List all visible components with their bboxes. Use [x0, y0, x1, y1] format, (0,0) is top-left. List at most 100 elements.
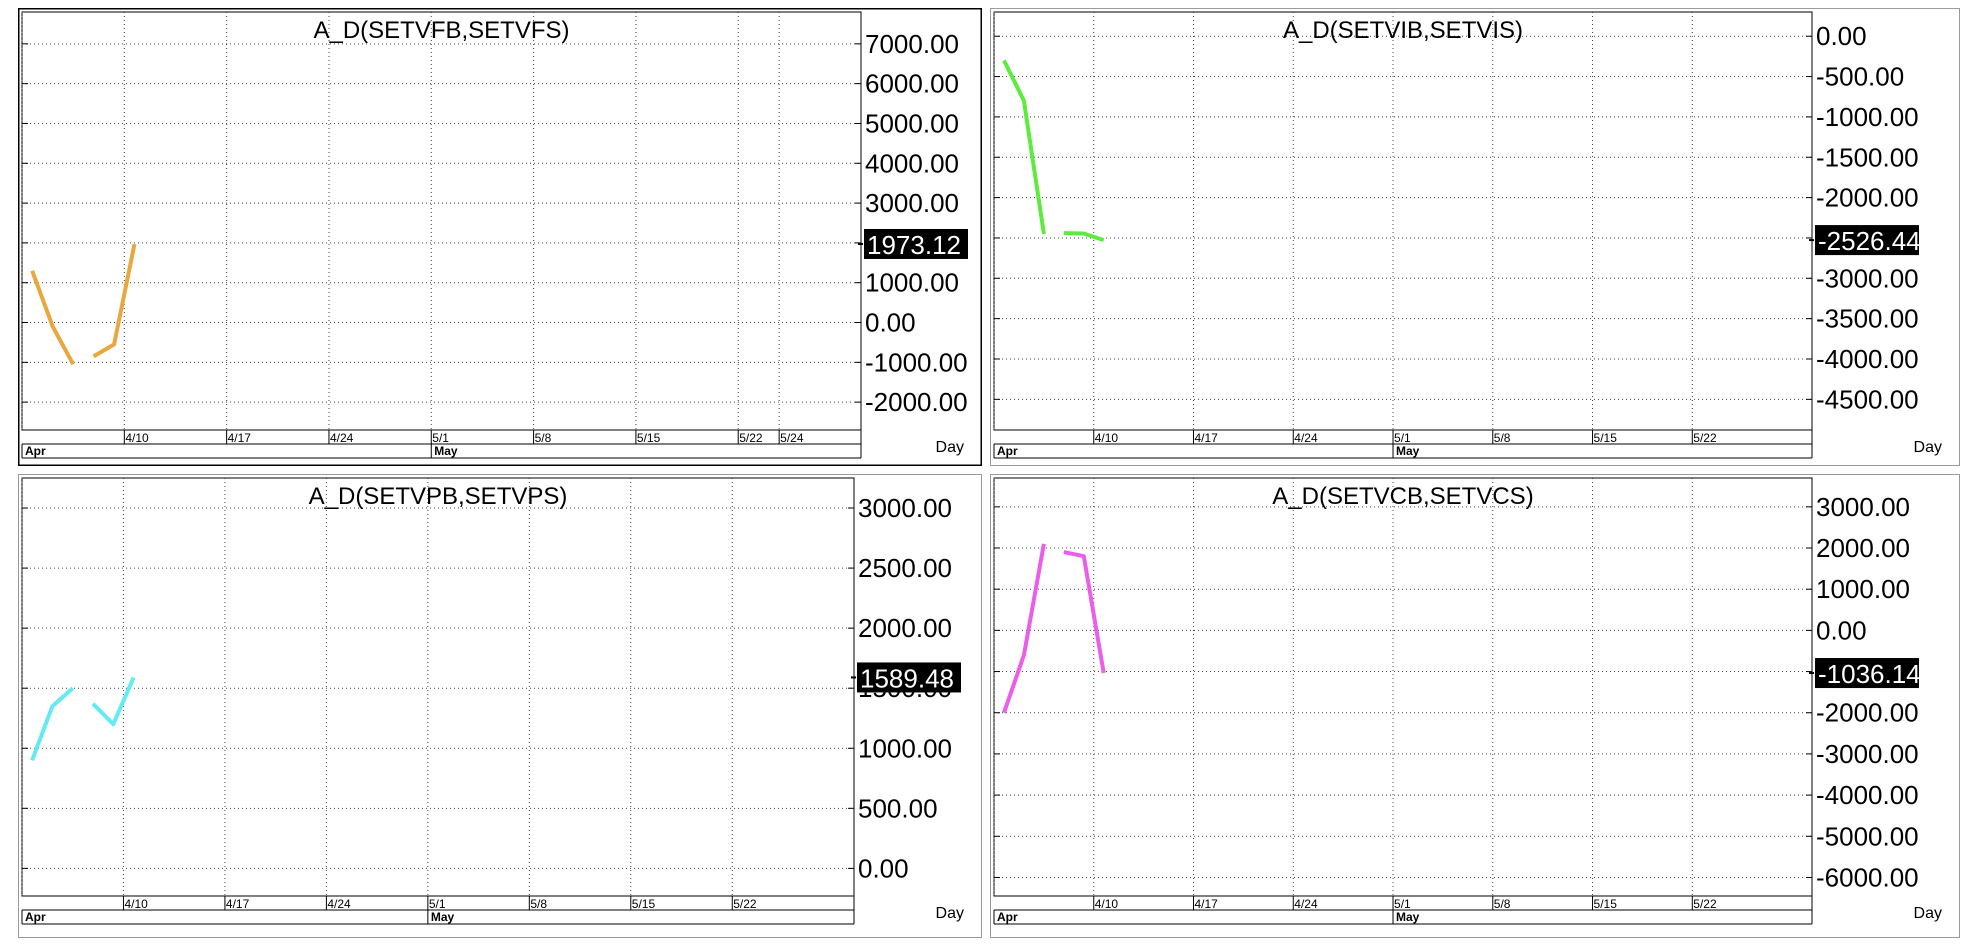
x-tick-label: 5/1 [1394, 431, 1411, 445]
y-tick-label: 6000.00 [865, 69, 959, 99]
chart-svg-setvp: 3000.002500.002000.001500.001000.00500.0… [18, 474, 982, 938]
series-line [30, 270, 75, 366]
x-tick-label: 5/15 [1594, 431, 1618, 445]
last-value-label: 1589.48 [860, 663, 954, 693]
y-tick-label: 1000.00 [858, 733, 952, 763]
chart-svg-setvc: 3000.00 2000.00 1000.00 0.00 -2000.00 -3000.0… [990, 474, 1960, 938]
x-tick-label: 5/22 [739, 431, 763, 445]
x-tick-label: 5/15 [1594, 897, 1618, 911]
month-label: May [1396, 910, 1420, 924]
month-label: Apr [997, 444, 1018, 458]
series-line [1002, 59, 1046, 235]
y-tick-label: -3000.00 [1816, 263, 1919, 293]
y-tick-label: 0.00 [1816, 21, 1867, 51]
last-value-label: -2526.44 [1818, 226, 1921, 256]
y-tick-label: -1500.00 [1816, 142, 1919, 172]
x-tick-label: 5/8 [530, 897, 547, 911]
x-tick-label: 4/10 [124, 897, 148, 911]
y-tick-label: 3000.00 [865, 188, 959, 218]
chart-svg-setvi: 0.00 -500.00 -1000.00 -1500.00 -2000.00 -3000… [990, 8, 1960, 466]
plot-area [993, 11, 1813, 431]
y-tick-label: -5000.00 [1816, 821, 1919, 851]
y-tick-label: -1000.00 [865, 347, 968, 377]
series-line [1063, 550, 1106, 674]
month-label: Apr [25, 444, 46, 458]
x-tick-label: 5/8 [1494, 897, 1511, 911]
y-tick-label: -4000.00 [1816, 344, 1919, 374]
month-label: May [431, 910, 455, 924]
x-tick-label: 5/8 [1494, 431, 1511, 445]
y-tick-label: 0.00 [858, 853, 909, 883]
chart-panel-setvp[interactable]: 3000.002500.002000.001500.001000.00500.0… [18, 474, 982, 938]
plot-area [21, 477, 855, 897]
month-label: Apr [25, 910, 46, 924]
x-tick-label: 4/24 [327, 897, 351, 911]
x-tick-label: 4/10 [125, 431, 149, 445]
y-tick-label: -2000.00 [865, 387, 968, 417]
chart-panel-setvc[interactable]: 3000.00 2000.00 1000.00 0.00 -2000.00 -3000.0… [990, 474, 1960, 938]
x-tick-label: 4/24 [330, 431, 354, 445]
x-tick-label: 5/15 [637, 431, 661, 445]
y-tick-label: 3000.00 [1816, 492, 1910, 522]
y-tick-label: 2000.00 [858, 613, 952, 643]
x-unit-label: Day [1914, 905, 1942, 922]
plot-area [21, 11, 862, 431]
last-value-label: 1973.12 [867, 230, 961, 260]
x-tick-label: 5/8 [535, 431, 552, 445]
x-tick-label: 5/22 [1693, 431, 1717, 445]
series-line [1063, 231, 1105, 242]
chart-title: A_D(SETVPB,SETVPS) [309, 483, 568, 510]
y-tick-label: 7000.00 [865, 29, 959, 59]
month-label: May [434, 444, 458, 458]
series-line [1002, 543, 1046, 714]
chart-title: A_D(SETVCB,SETVCS) [1272, 483, 1533, 510]
x-tick-label: 4/17 [228, 431, 252, 445]
month-label: Apr [997, 910, 1018, 924]
y-tick-label: -4000.00 [1816, 780, 1919, 810]
x-unit-label: Day [1914, 439, 1942, 456]
x-tick-label: 5/22 [733, 897, 757, 911]
chart-panel-setvf[interactable]: 7000.00 6000.00 5000.00 4000.00 3000.00 1000.… [18, 8, 982, 466]
x-tick-label: 4/17 [226, 897, 250, 911]
x-tick-label: 5/1 [429, 897, 446, 911]
y-tick-label: 1000.00 [1816, 574, 1910, 604]
y-tick-label: -3500.00 [1816, 304, 1919, 334]
x-tick-label: 5/22 [1693, 897, 1717, 911]
y-tick-label: 5000.00 [865, 108, 959, 138]
chart-frame [18, 8, 982, 466]
y-tick-label: 0.00 [865, 308, 916, 338]
y-tick-label: 2000.00 [1816, 533, 1910, 563]
y-tick-label: 2500.00 [858, 553, 952, 583]
chart-panel-setvi[interactable]: 0.00 -500.00 -1000.00 -1500.00 -2000.00 -3000… [990, 8, 1960, 466]
chart-svg-setvf: 7000.00 6000.00 5000.00 4000.00 3000.00 1000.… [18, 8, 982, 466]
chart-frame [990, 474, 1960, 938]
x-tick-label: 4/24 [1294, 431, 1318, 445]
y-tick-label: -1000.00 [1816, 102, 1919, 132]
x-unit-label: Day [936, 905, 964, 922]
y-tick-label: -3000.00 [1816, 739, 1919, 769]
month-label: May [1396, 444, 1420, 458]
series-line [91, 676, 136, 727]
x-tick-label: 5/1 [432, 431, 449, 445]
y-tick-label: 0.00 [1816, 615, 1867, 645]
y-tick-label: -6000.00 [1816, 862, 1919, 892]
y-tick-label: 3000.00 [858, 493, 952, 523]
y-tick-label: -4500.00 [1816, 384, 1919, 414]
x-tick-label: 5/15 [632, 897, 656, 911]
x-tick-label: 4/17 [1195, 897, 1219, 911]
chart-title: A_D(SETVFB,SETVFS) [313, 17, 569, 44]
last-value-label: -1036.14 [1818, 659, 1921, 689]
y-tick-label: 4000.00 [865, 148, 959, 178]
x-tick-label: 4/24 [1294, 897, 1318, 911]
x-tick-label: 4/17 [1195, 431, 1219, 445]
series-line [30, 686, 75, 762]
y-tick-label: -500.00 [1816, 62, 1904, 92]
x-tick-label: 5/24 [780, 431, 804, 445]
y-tick-label: -2000.00 [1816, 183, 1919, 213]
x-unit-label: Day [936, 439, 964, 456]
x-tick-label: 4/10 [1095, 897, 1119, 911]
plot-area [993, 477, 1813, 897]
x-tick-label: 5/1 [1394, 897, 1411, 911]
y-tick-label: 1000.00 [865, 268, 959, 298]
series-line [92, 243, 137, 359]
